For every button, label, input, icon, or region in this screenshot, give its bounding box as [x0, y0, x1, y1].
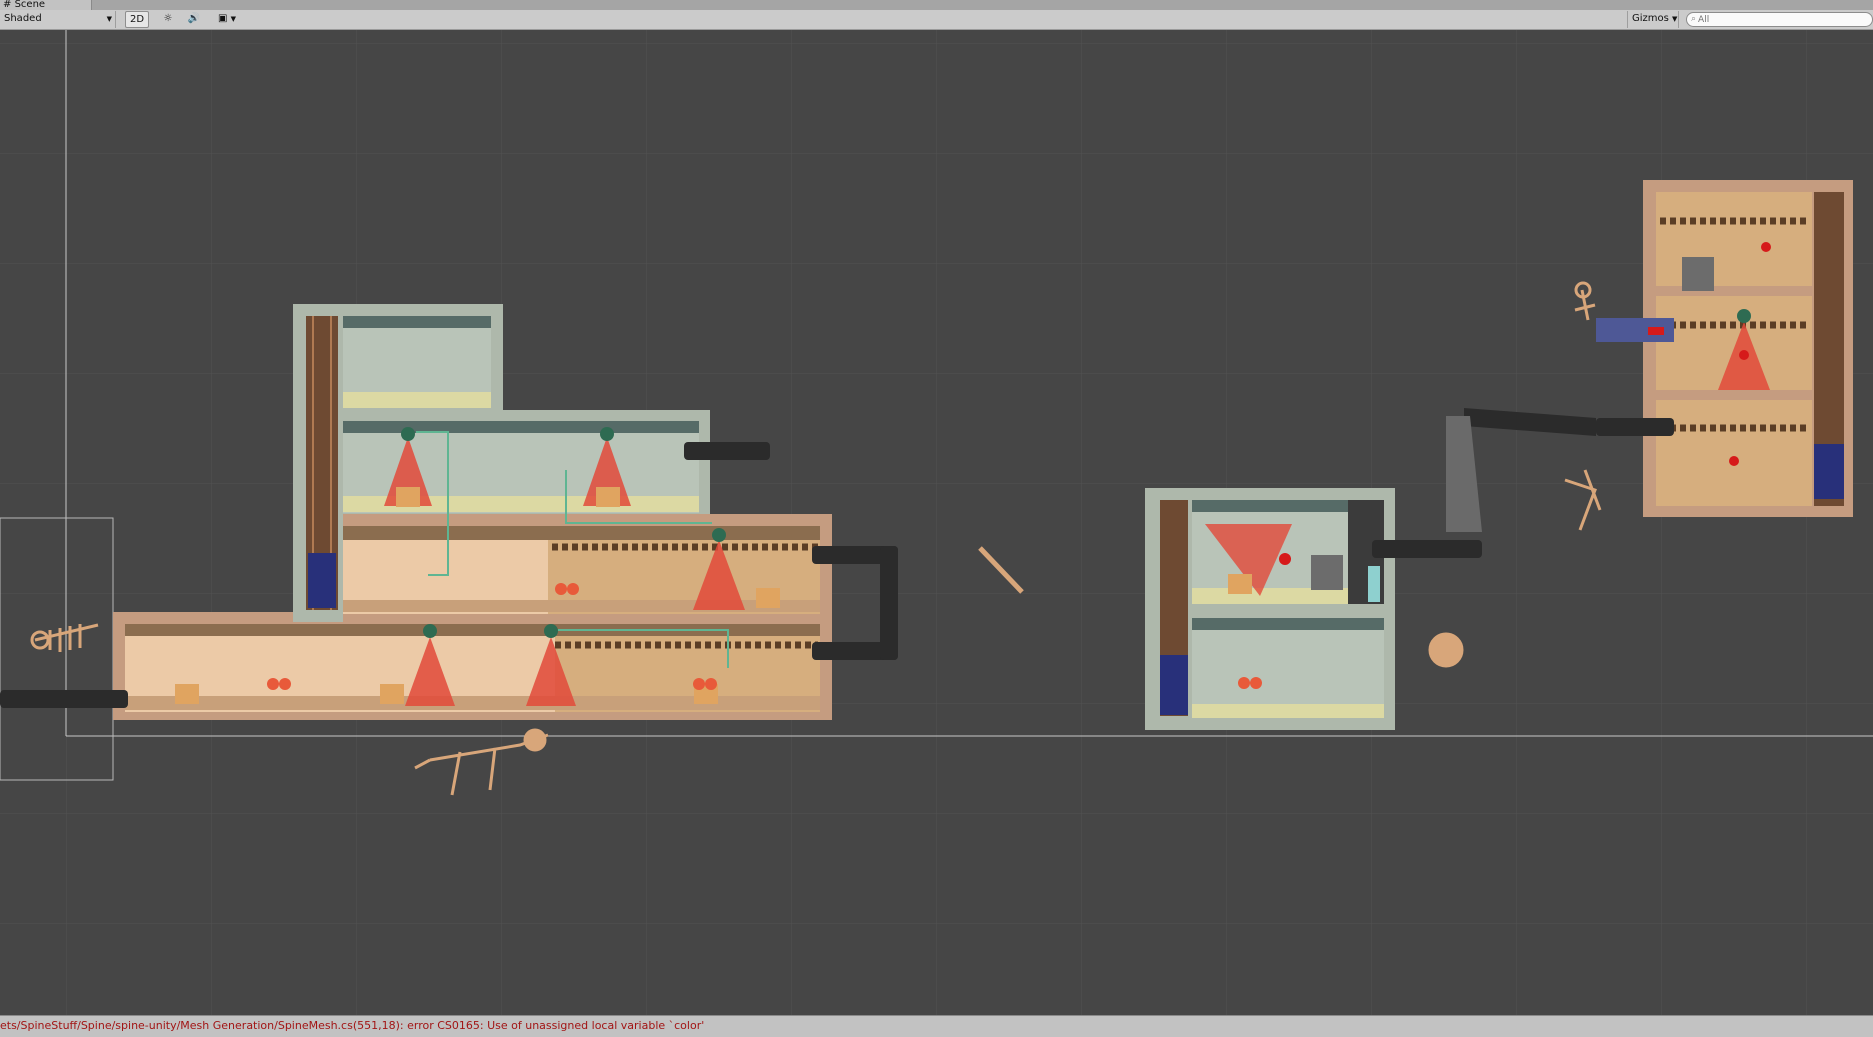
scene-canvas[interactable] [0, 30, 1873, 1015]
room-interior [1192, 618, 1384, 718]
pipe [1596, 418, 1674, 436]
elevator-car [1814, 444, 1844, 499]
pipe [0, 690, 128, 708]
gizmos-dropdown[interactable]: Gizmos ▼ [1627, 11, 1679, 28]
image-icon[interactable]: ▣ ▼ [212, 11, 242, 28]
search-icon: ⌕ [1691, 14, 1697, 24]
elevator-car [308, 553, 336, 608]
sun-icon[interactable]: ☼ [158, 11, 178, 28]
pipe [1372, 540, 1482, 558]
chevron-down-icon: ▼ [106, 15, 112, 23]
room-interior [1656, 192, 1812, 286]
ammonite-fossil [1428, 632, 1464, 668]
error-message: ets/SpineStuff/Spine/spine-unity/Mesh Ge… [0, 1019, 705, 1032]
pipe [880, 546, 898, 660]
shading-mode-value: Shaded [4, 13, 42, 24]
scene-tab-label: Scene [14, 0, 46, 10]
shading-mode-dropdown[interactable]: Shaded ▼ [2, 11, 116, 28]
window-tab-bar [0, 0, 1873, 10]
speaker-icon[interactable]: 🔊 [183, 11, 205, 28]
scene-viewport[interactable] [0, 30, 1873, 1015]
chevron-down-icon: ▼ [230, 15, 237, 23]
room-interior [1656, 400, 1812, 506]
gizmos-label: Gizmos [1632, 13, 1669, 24]
search-input[interactable] [1698, 14, 1849, 25]
elevator-car [1160, 655, 1188, 715]
console-status-bar[interactable]: ets/SpineStuff/Spine/spine-unity/Mesh Ge… [0, 1015, 1873, 1037]
2d-mode-toggle[interactable]: 2D [125, 11, 149, 28]
hierarchy-search[interactable]: ⌕ [1686, 12, 1873, 27]
pipe [684, 442, 770, 460]
chevron-down-icon: ▼ [1672, 15, 1678, 23]
scene-toolbar: Shaded ▼ 2D ☼ 🔊 ▣ ▼ Gizmos ▼ ⌕ [0, 10, 1873, 30]
scene-icon: # [3, 0, 12, 10]
